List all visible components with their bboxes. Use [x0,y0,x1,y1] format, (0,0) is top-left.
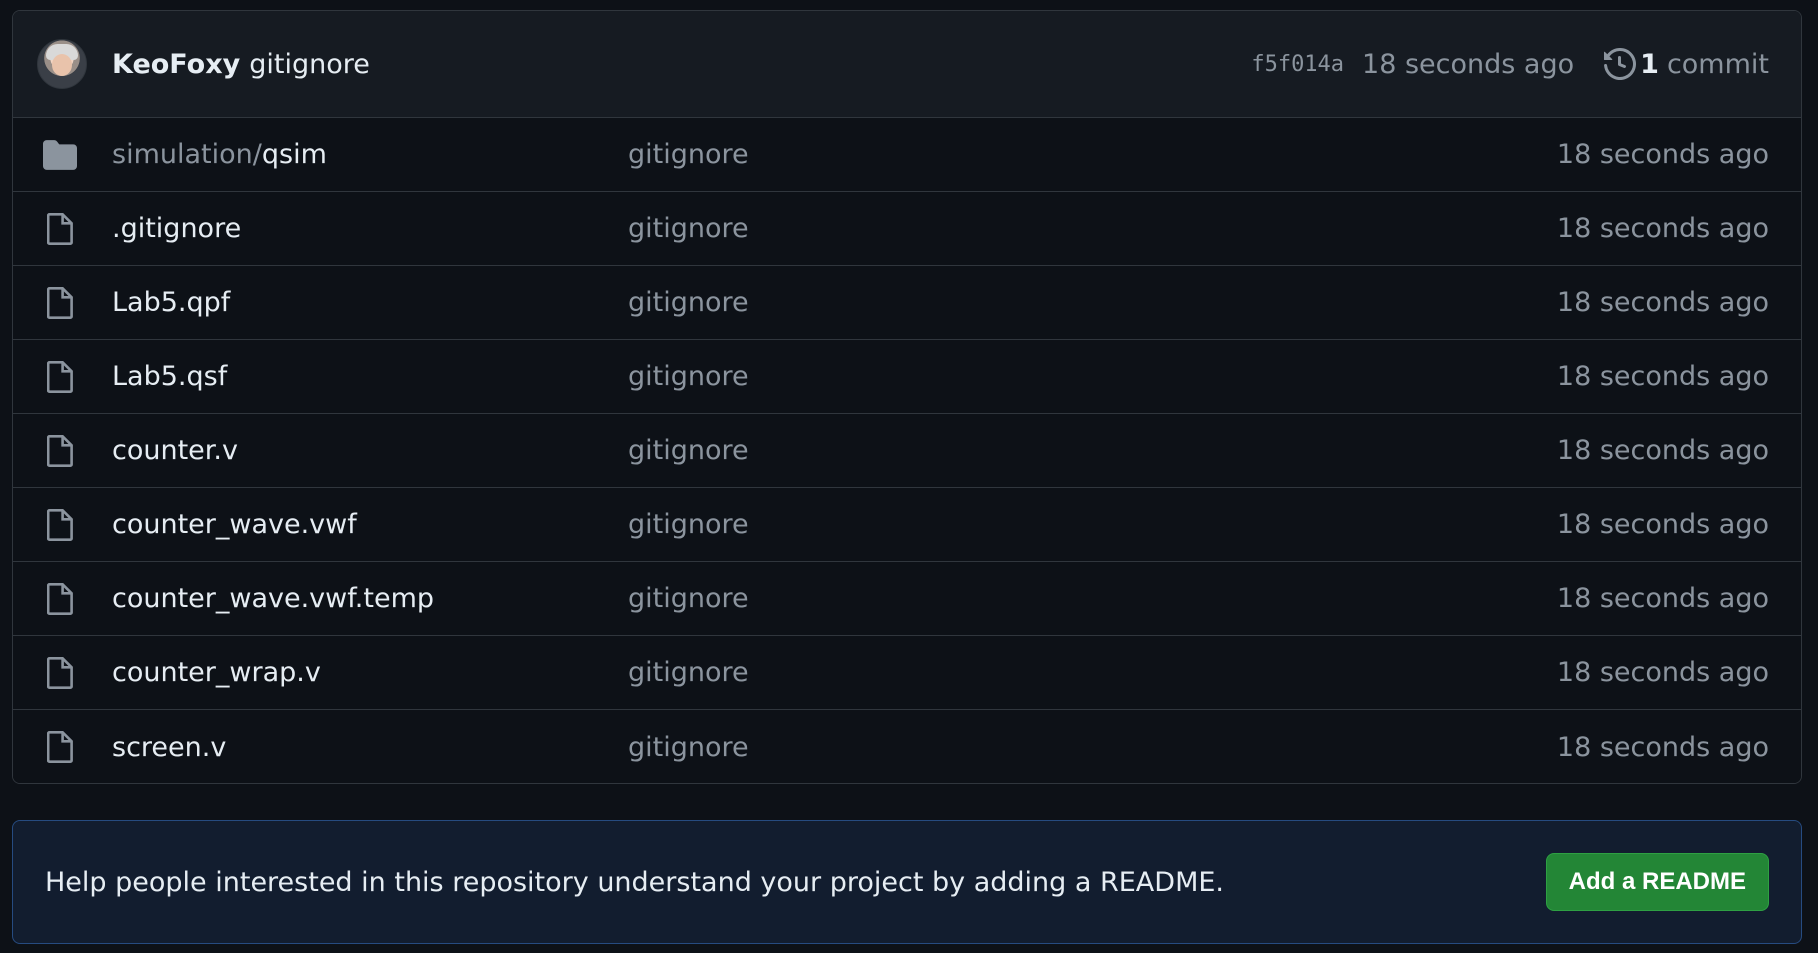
file-row-gitignore[interactable]: .gitignore gitignore 18 seconds ago [13,192,1801,266]
file-name-link[interactable]: counter.v [112,435,628,466]
file-time: 18 seconds ago [1556,287,1769,318]
file-icon [43,212,77,246]
file-time: 18 seconds ago [1556,509,1769,540]
file-icon [43,582,77,616]
file-commit-link[interactable]: gitignore [628,361,749,392]
file-time: 18 seconds ago [1556,657,1769,688]
history-icon [1604,48,1637,80]
file-time: 18 seconds ago [1556,361,1769,392]
file-commit-link[interactable]: gitignore [628,287,749,318]
latest-commit-bar: KeoFoxy gitignore f5f014a 18 seconds ago… [13,11,1801,118]
file-row-simulation[interactable]: simulation/qsim gitignore 18 seconds ago [13,118,1801,192]
file-time: 18 seconds ago [1556,435,1769,466]
file-row-counter-wrap-v[interactable]: counter_wrap.v gitignore 18 seconds ago [13,636,1801,710]
file-commit-link[interactable]: gitignore [628,213,749,244]
file-time: 18 seconds ago [1556,139,1769,170]
folder-name: qsim [261,139,327,170]
file-browser: KeoFoxy gitignore f5f014a 18 seconds ago… [12,10,1802,784]
file-row-screen-v[interactable]: screen.v gitignore 18 seconds ago [13,710,1801,783]
file-row-counter-wave-vwf-temp[interactable]: counter_wave.vwf.temp gitignore 18 secon… [13,562,1801,636]
commit-count: 1 [1640,48,1659,80]
file-commit-link[interactable]: gitignore [628,583,749,614]
file-icon [43,286,77,320]
file-row-counter-wave-vwf[interactable]: counter_wave.vwf gitignore 18 seconds ag… [13,488,1801,562]
file-commit-link[interactable]: gitignore [628,657,749,688]
commit-history-link[interactable]: 1 commit [1604,48,1769,80]
file-name-link[interactable]: screen.v [112,732,628,763]
file-name-link[interactable]: Lab5.qsf [112,361,628,392]
file-row-lab5-qpf[interactable]: Lab5.qpf gitignore 18 seconds ago [13,266,1801,340]
commit-count-label: commit [1666,48,1769,80]
file-icon [43,360,77,394]
readme-prompt: Help people interested in this repositor… [12,820,1802,944]
file-commit-link[interactable]: gitignore [628,509,749,540]
file-commit-link[interactable]: gitignore [628,139,749,170]
readme-prompt-text: Help people interested in this repositor… [45,866,1225,898]
file-icon [43,434,77,468]
file-row-lab5-qsf[interactable]: Lab5.qsf gitignore 18 seconds ago [13,340,1801,414]
folder-icon [43,138,77,172]
file-name-link[interactable]: counter_wave.vwf.temp [112,583,628,614]
file-commit-link[interactable]: gitignore [628,732,749,763]
file-time: 18 seconds ago [1556,731,1769,763]
commit-message-link[interactable]: gitignore [249,49,370,80]
file-time: 18 seconds ago [1556,583,1769,614]
folder-path-prefix: simulation/ [112,139,262,170]
file-name-link[interactable]: Lab5.qpf [112,287,628,318]
file-name-link[interactable]: counter_wave.vwf [112,509,628,540]
commit-time: 18 seconds ago [1362,48,1575,80]
file-list: simulation/qsim gitignore 18 seconds ago… [13,118,1801,783]
commit-sha-link[interactable]: f5f014a [1251,52,1344,77]
file-icon [43,730,77,764]
commit-author-link[interactable]: KeoFoxy [112,49,240,80]
file-row-counter-v[interactable]: counter.v gitignore 18 seconds ago [13,414,1801,488]
file-name-link[interactable]: simulation/qsim [112,139,628,170]
file-icon [43,656,77,690]
author-avatar[interactable] [37,39,87,89]
add-readme-button[interactable]: Add a README [1545,853,1769,911]
file-commit-link[interactable]: gitignore [628,435,749,466]
file-time: 18 seconds ago [1556,213,1769,244]
file-name-link[interactable]: counter_wrap.v [112,657,628,688]
file-icon [43,508,77,542]
file-name-link[interactable]: .gitignore [112,213,628,244]
